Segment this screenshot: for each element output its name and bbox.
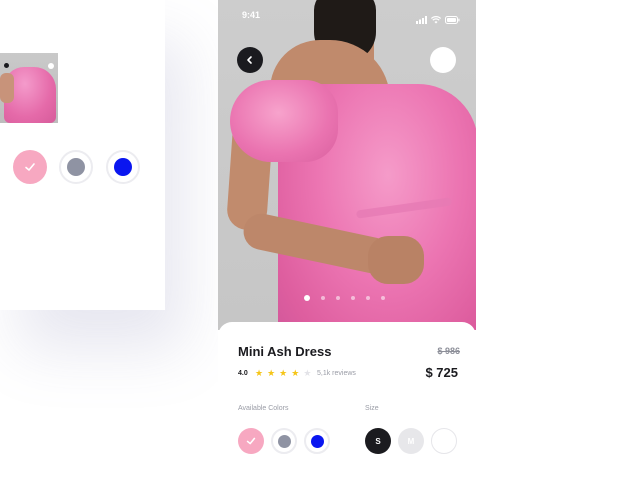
dress-sleeve (230, 80, 338, 162)
carousel-dot[interactable] (351, 296, 355, 300)
product-title: Mini Ash Dress (238, 344, 332, 359)
carousel-dot[interactable] (381, 296, 385, 300)
swatch-fill (67, 158, 85, 176)
bg-color-swatch-gray[interactable] (59, 150, 93, 184)
size-option-s[interactable]: S (365, 428, 391, 454)
swatch-fill (114, 158, 132, 176)
background-product-card (0, 0, 165, 310)
thumbnail-arm-image (0, 73, 14, 103)
color-swatch-gray[interactable] (271, 428, 297, 454)
reviews-count[interactable]: 5,1k reviews (317, 370, 356, 377)
original-price: $ 986 (437, 346, 460, 356)
star-icon: ★ (255, 368, 264, 378)
status-time: 9:41 (242, 10, 261, 20)
carousel-dot[interactable] (366, 296, 370, 300)
wifi-icon (430, 11, 442, 29)
product-thumbnail[interactable] (0, 53, 58, 123)
product-detail-screen: 9:41 Mini Ash Dress $ 986 $ 725 4.0 ★ ★ … (218, 0, 476, 478)
thumbnail-back-dot (4, 63, 9, 68)
size-label: Size (365, 405, 379, 412)
model-hand (368, 236, 424, 284)
bg-color-swatch-pink[interactable] (13, 150, 47, 184)
star-icon: ★ (279, 368, 288, 378)
color-swatch-pink[interactable] (238, 428, 264, 454)
chevron-left-icon (247, 56, 252, 64)
star-empty-icon: ★ (303, 368, 312, 378)
back-button[interactable] (237, 47, 263, 73)
star-rating: ★ ★ ★ ★ ★ (255, 368, 311, 378)
star-icon: ★ (267, 368, 276, 378)
product-info-sheet: Mini Ash Dress $ 986 $ 725 4.0 ★ ★ ★ ★ ★… (218, 322, 476, 478)
swatch-fill (277, 434, 291, 448)
swatch-fill (310, 434, 324, 448)
thumbnail-fav-dot (48, 63, 54, 69)
bg-color-swatch-blue[interactable] (106, 150, 140, 184)
check-icon (246, 437, 256, 445)
status-icons (416, 11, 460, 29)
size-option-l[interactable]: L (431, 428, 457, 454)
carousel-dot[interactable] (304, 295, 310, 301)
favorite-button[interactable] (430, 47, 456, 73)
carousel-indicator (304, 295, 385, 301)
signal-icon (416, 11, 427, 29)
star-icon: ★ (291, 368, 300, 378)
product-hero-image[interactable]: 9:41 (218, 0, 476, 330)
carousel-dot[interactable] (321, 296, 325, 300)
available-colors-label: Available Colors (238, 405, 289, 412)
color-swatch-blue[interactable] (304, 428, 330, 454)
size-option-m[interactable]: M (398, 428, 424, 454)
battery-icon (445, 11, 460, 29)
status-bar: 9:41 (218, 10, 476, 24)
rating-value: 4.0 (238, 370, 248, 377)
check-icon (25, 163, 35, 171)
carousel-dot[interactable] (336, 296, 340, 300)
current-price: $ 725 (425, 365, 458, 380)
